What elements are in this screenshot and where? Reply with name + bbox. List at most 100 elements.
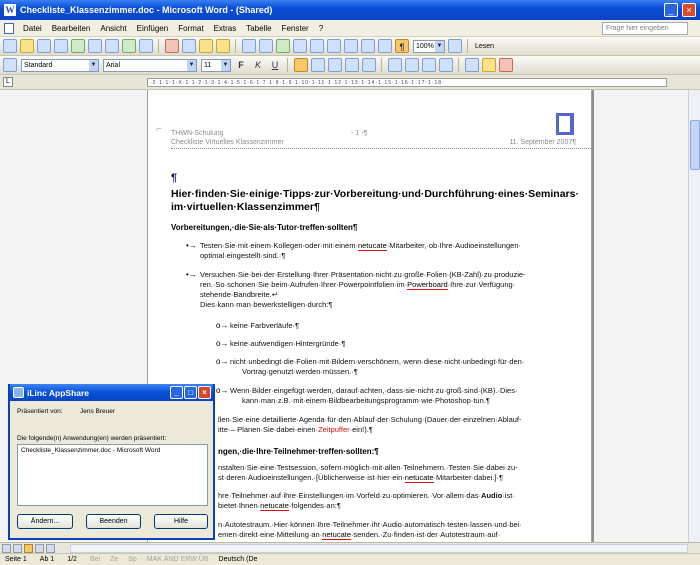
italic-button[interactable]: K — [251, 58, 265, 72]
open-folder-icon[interactable] — [20, 39, 34, 53]
header-line-2: Checkliste Virtuelles Klassenzimmer 11. … — [171, 139, 586, 146]
chevron-down-icon: ▼ — [221, 59, 230, 71]
line-spacing-icon[interactable] — [362, 58, 376, 72]
insert-excel-icon[interactable] — [327, 39, 341, 53]
close-button[interactable]: × — [682, 3, 696, 17]
tables-borders-icon[interactable] — [293, 39, 307, 53]
shared-apps-list[interactable]: Checkliste_Klassenzimmer.doc - Microsoft… — [17, 444, 208, 506]
dialog-title-bar[interactable]: iLinc AppShare _ □ × — [10, 384, 213, 401]
status-language[interactable]: Deutsch (De — [214, 556, 266, 563]
read-mode-button[interactable]: Lesen — [475, 43, 494, 50]
spelling-icon[interactable] — [122, 39, 136, 53]
bullet-1-text-a: Testen·Sie·mit·einem·Kollegen·oder·mit·e… — [200, 241, 358, 250]
reading-view-icon[interactable] — [46, 543, 55, 553]
menu-bearbeiten[interactable]: Bearbeiten — [47, 24, 96, 33]
drawing-icon[interactable] — [361, 39, 375, 53]
menu-tabelle[interactable]: Tabelle — [241, 24, 276, 33]
web-view-icon[interactable] — [13, 543, 22, 553]
print-layout-view-icon[interactable] — [24, 543, 33, 553]
normal-view-icon[interactable] — [2, 543, 11, 553]
scrollbar-thumb[interactable] — [690, 120, 700, 170]
zoom-select[interactable]: 100% ▼ — [413, 39, 445, 53]
bold-button[interactable]: F — [234, 58, 248, 72]
highlight-icon[interactable] — [482, 58, 496, 72]
change-button[interactable]: Ändern... — [17, 514, 73, 529]
cut-icon[interactable] — [165, 39, 179, 53]
vertical-scrollbar[interactable] — [688, 90, 700, 542]
optimize-line-1a: hre·Teilnehmer·auf·ihre·Einstellungen·im… — [218, 491, 482, 500]
styles-pane-icon[interactable] — [3, 58, 17, 72]
sub-bullet-3-line-1: nicht·unbedingt·die·Folien·mit·Bildern·v… — [230, 357, 525, 366]
increase-indent-icon[interactable] — [439, 58, 453, 72]
sub-bullet-icon: o→ — [216, 357, 229, 366]
dialog-minimize-button[interactable]: _ — [170, 386, 183, 399]
paste-icon[interactable] — [199, 39, 213, 53]
bullet-icon: •→ — [186, 241, 197, 250]
decrease-indent-icon[interactable] — [422, 58, 436, 72]
insert-table-icon[interactable] — [310, 39, 324, 53]
document-map-icon[interactable] — [378, 39, 392, 53]
print-icon[interactable] — [88, 39, 102, 53]
email-icon[interactable] — [71, 39, 85, 53]
agenda-line-1: llen·Sie·eine·detaillierte·Agenda·für·de… — [218, 415, 522, 424]
autotest-line-2a: emen·direkt·eine·Mitteilung·an· — [218, 530, 323, 539]
sub-bullet-images: nicht·unbedingt·die·Folien·mit·Bildern·v… — [230, 357, 585, 377]
exit-button[interactable]: Beenden — [86, 514, 141, 529]
align-right-icon[interactable] — [328, 58, 342, 72]
columns-icon[interactable] — [344, 39, 358, 53]
permission-icon[interactable] — [54, 39, 68, 53]
appshare-dialog: iLinc AppShare _ □ × Präsentiert von: Je… — [8, 384, 215, 540]
justify-icon[interactable] — [345, 58, 359, 72]
bullets-icon[interactable] — [405, 58, 419, 72]
toolbar-separator — [467, 39, 468, 53]
agenda-line-2a: itte·–·Planen·Sie·dabei·einen· — [218, 425, 319, 434]
font-size-select[interactable]: 11 ▼ — [201, 58, 231, 72]
ruler-scale[interactable]: ·2·1·1·1·X·1·1·2·1·3·1·4·1·5·1·6·1·7·1·8… — [147, 78, 667, 87]
optimize-netucate: netucate — [260, 501, 289, 511]
save-icon[interactable] — [37, 39, 51, 53]
menu-extras[interactable]: Extras — [209, 24, 242, 33]
menu-datei[interactable]: Datei — [18, 24, 47, 33]
word-app-icon[interactable]: W — [4, 4, 16, 16]
copy-icon[interactable] — [182, 39, 196, 53]
menu-fenster[interactable]: Fenster — [277, 24, 314, 33]
border-icon[interactable] — [465, 58, 479, 72]
help-icon[interactable] — [448, 39, 462, 53]
align-center-icon[interactable] — [311, 58, 325, 72]
agenda-line-2b: ·ein!).¶ — [349, 425, 373, 434]
bullet-slide-size: Versuchen·Sie·bei·der·Erstellung·Ihrer·P… — [200, 270, 585, 310]
dialog-close-button[interactable]: × — [198, 386, 211, 399]
format-painter-icon[interactable] — [216, 39, 230, 53]
view-buttons-strip — [0, 542, 700, 553]
print-preview-icon[interactable] — [105, 39, 119, 53]
font-select[interactable]: Arial ▼ — [103, 58, 197, 72]
document-icon[interactable] — [4, 22, 14, 34]
undo-icon[interactable] — [242, 39, 256, 53]
hyperlink-icon[interactable] — [276, 39, 290, 53]
menu-ansicht[interactable]: Ansicht — [95, 24, 131, 33]
header-rule — [171, 148, 591, 149]
font-value: Arial — [106, 61, 121, 69]
show-formatting-icon[interactable]: ¶ — [395, 39, 409, 53]
minimize-button[interactable]: _ — [664, 3, 678, 17]
outline-view-icon[interactable] — [35, 543, 44, 553]
align-left-icon[interactable] — [294, 58, 308, 72]
tab-selector-icon[interactable]: L — [3, 77, 13, 87]
new-document-icon[interactable] — [3, 39, 17, 53]
underline-button[interactable]: U — [268, 58, 282, 72]
font-color-icon[interactable] — [499, 58, 513, 72]
horizontal-scrollbar[interactable] — [70, 544, 688, 553]
list-item[interactable]: Checkliste_Klassenzimmer.doc - Microsoft… — [21, 447, 204, 454]
status-modes[interactable]: MAK ÄND ERW ÜB — [142, 556, 214, 563]
dialog-maximize-button[interactable]: □ — [184, 386, 197, 399]
research-icon[interactable] — [139, 39, 153, 53]
style-select[interactable]: Standard ▼ — [21, 58, 99, 72]
help-button[interactable]: Hilfe — [154, 514, 208, 529]
numbering-icon[interactable] — [388, 58, 402, 72]
help-search-input[interactable]: Frage hier eingeben — [602, 22, 688, 35]
menu-help[interactable]: ? — [314, 24, 328, 33]
redo-icon[interactable] — [259, 39, 273, 53]
paragraph-agenda: llen·Sie·eine·detaillierte·Agenda·für·de… — [218, 415, 588, 435]
menu-einfuegen[interactable]: Einfügen — [132, 24, 174, 33]
menu-format[interactable]: Format — [173, 24, 208, 33]
